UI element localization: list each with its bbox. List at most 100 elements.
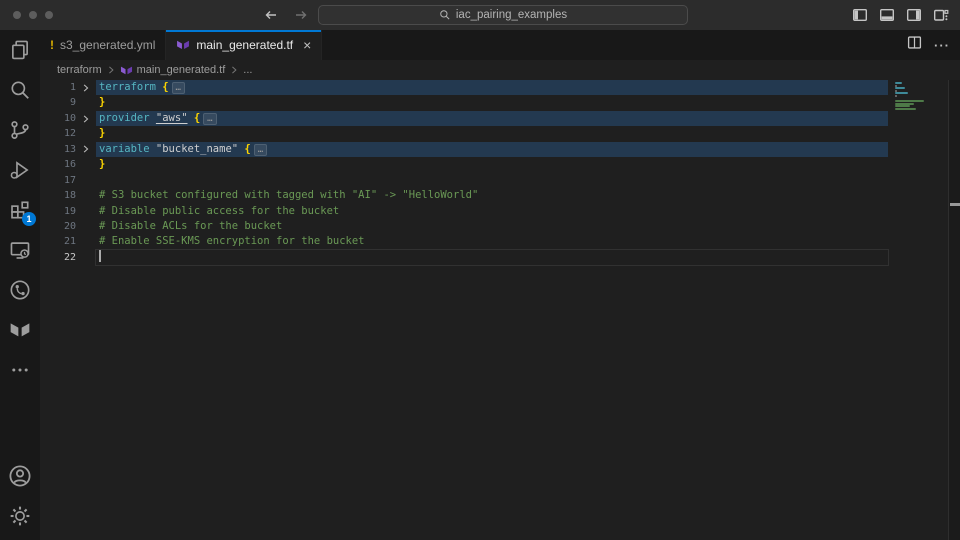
close-window-button[interactable] [13, 11, 21, 19]
line-number[interactable]: 9 [40, 95, 76, 110]
code-text[interactable]: provider "aws" {… [96, 111, 888, 126]
code-line[interactable]: 18 # S3 bucket configured with tagged wit… [40, 188, 960, 203]
line-number[interactable]: 10 [40, 111, 76, 126]
zoom-window-button[interactable] [45, 11, 53, 19]
breadcrumb-file[interactable]: main_generated.tf [120, 64, 226, 77]
fold-chevron-icon[interactable] [76, 142, 96, 157]
code-text[interactable] [96, 173, 888, 188]
editor-group: ! s3_generated.yml main_generated.tf × [40, 30, 960, 540]
code-text[interactable] [96, 250, 888, 265]
debug-play-icon [9, 159, 31, 181]
token: terraform [99, 81, 162, 93]
line-number[interactable]: 17 [40, 173, 76, 188]
code-line[interactable]: 1 terraform {… [40, 80, 960, 95]
line-number[interactable]: 13 [40, 142, 76, 157]
minimize-window-button[interactable] [29, 11, 37, 19]
line-number[interactable]: 12 [40, 126, 76, 141]
token: } [99, 96, 105, 108]
back-button[interactable] [263, 7, 279, 23]
token: "bucket_name" [156, 143, 238, 155]
code-text[interactable]: # Enable SSE-KMS encryption for the buck… [96, 234, 888, 249]
line-number[interactable]: 20 [40, 219, 76, 234]
sidebar-item-source-control[interactable] [0, 110, 40, 150]
gear-icon [9, 505, 31, 527]
fold-chevron-icon[interactable] [76, 80, 96, 95]
window-controls [13, 11, 53, 19]
toggle-panel-button[interactable] [878, 6, 896, 24]
scrollbar[interactable] [948, 80, 960, 540]
sidebar-item-search[interactable] [0, 70, 40, 110]
line-number[interactable]: 21 [40, 234, 76, 249]
close-tab-icon[interactable]: × [303, 38, 311, 52]
layout-sidebar-left-icon [852, 7, 868, 23]
search-icon [9, 79, 31, 101]
breadcrumb-folder[interactable]: terraform [57, 64, 102, 76]
code-text[interactable]: } [96, 157, 888, 172]
minimap-line [895, 92, 908, 94]
tab-label: s3_generated.yml [60, 38, 155, 52]
title-bar: iac_pairing_examples [0, 0, 960, 30]
code-text[interactable]: terraform {… [96, 80, 888, 95]
history-navigation [263, 0, 309, 30]
tab-bar: ! s3_generated.yml main_generated.tf × [40, 30, 960, 60]
sidebar-item-more[interactable] [0, 350, 40, 390]
sidebar-item-run-and-debug[interactable] [0, 150, 40, 190]
code-line[interactable]: 22 [40, 250, 960, 265]
split-editor-button[interactable] [907, 35, 922, 55]
code-line[interactable]: 17 [40, 173, 960, 188]
forward-button[interactable] [293, 7, 309, 23]
code-text[interactable]: # Disable ACLs for the bucket [96, 219, 888, 234]
code-line[interactable]: 19 # Disable public access for the bucket [40, 204, 960, 219]
minimap-line [895, 95, 897, 97]
code-line[interactable]: 20 # Disable ACLs for the bucket [40, 219, 960, 234]
breadcrumb-symbol[interactable]: ... [243, 64, 252, 76]
minimap[interactable] [893, 82, 947, 202]
code-line[interactable]: 21 # Enable SSE-KMS encryption for the bu… [40, 234, 960, 249]
code-line[interactable]: 9} [40, 95, 960, 110]
line-number[interactable]: 22 [40, 250, 76, 265]
token: "aws" [156, 112, 188, 124]
customize-layout-icon [933, 7, 949, 23]
code-text[interactable]: # Disable public access for the bucket [96, 204, 888, 219]
account-icon [8, 464, 32, 488]
code-editor[interactable]: 1terraform {…9}10provider "aws" {…12}13v… [40, 80, 960, 540]
sidebar-item-explorer[interactable] [0, 30, 40, 70]
code-text[interactable]: # S3 bucket configured with tagged with … [96, 188, 888, 203]
tab-s3-generated-yml[interactable]: ! s3_generated.yml [40, 30, 166, 60]
code-text[interactable]: } [96, 126, 888, 141]
fold-gutter [76, 188, 96, 203]
code-text[interactable]: } [96, 95, 888, 110]
line-number[interactable]: 18 [40, 188, 76, 203]
fold-chevron-icon[interactable] [76, 111, 96, 126]
fold-gutter [76, 95, 96, 110]
more-actions-button[interactable]: ··· [934, 38, 950, 53]
sidebar-item-terraform[interactable] [0, 310, 40, 350]
code-lines: 1terraform {…9}10provider "aws" {…12}13v… [40, 80, 960, 265]
code-text[interactable]: variable "bucket_name" {… [96, 142, 888, 157]
git-branch-icon [9, 119, 31, 141]
toggle-primary-sidebar-button[interactable] [851, 6, 869, 24]
accounts-button[interactable] [0, 456, 40, 496]
tab-main-generated-tf[interactable]: main_generated.tf × [166, 30, 322, 60]
sidebar-item-gitlens[interactable] [0, 270, 40, 310]
split-editor-icon [907, 35, 922, 50]
settings-button[interactable] [0, 496, 40, 536]
command-center-search[interactable]: iac_pairing_examples [318, 5, 688, 25]
code-line[interactable]: 12} [40, 126, 960, 141]
code-line[interactable]: 10 provider "aws" {… [40, 111, 960, 126]
sidebar-item-remote-explorer[interactable] [0, 230, 40, 270]
code-line[interactable]: 13 variable "bucket_name" {… [40, 142, 960, 157]
line-number[interactable]: 16 [40, 157, 76, 172]
line-number[interactable]: 1 [40, 80, 76, 95]
arrow-left-icon [263, 7, 279, 23]
sidebar-item-extensions[interactable]: 1 [0, 190, 40, 230]
fold-gutter [76, 234, 96, 249]
line-number[interactable]: 19 [40, 204, 76, 219]
minimap-line [895, 82, 902, 84]
code-line[interactable]: 16} [40, 157, 960, 172]
customize-layout-button[interactable] [932, 6, 950, 24]
chevron-right-icon [229, 65, 239, 75]
token: variable [99, 143, 156, 155]
toggle-secondary-sidebar-button[interactable] [905, 6, 923, 24]
breadcrumb-file-label: main_generated.tf [137, 64, 226, 76]
